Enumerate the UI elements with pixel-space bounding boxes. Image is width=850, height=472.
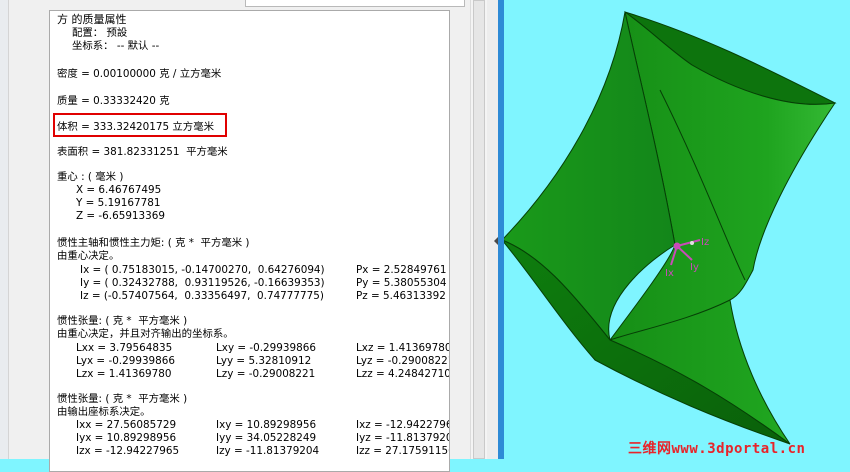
principal-moment-py: Py = 5.38055304 xyxy=(356,277,447,289)
model-canvas[interactable]: Iz Ix Iy xyxy=(504,0,850,459)
principal-axis-iz: Iz = (-0.57407564, 0.33356497, 0.7477777… xyxy=(80,290,324,302)
principal-moment-pz: Pz = 5.46313392 xyxy=(356,290,446,302)
volume-highlight-box xyxy=(53,113,227,137)
surface-area-line: 表面积 = 381.82331251 平方毫米 xyxy=(57,146,228,158)
inertia-tensor-output-title: 惯性张量: ( 克 * 平方毫米 ) xyxy=(57,393,188,405)
panel-left-edge xyxy=(0,0,9,459)
tensor-izy: Izy = -11.81379204 xyxy=(216,445,320,457)
inertia-tensor-cog-subtitle: 由重心决定，并且对齐输出的坐标系。 xyxy=(57,328,234,340)
principal-axis-ix: Ix = ( 0.75183015, -0.14700270, 0.642760… xyxy=(80,264,325,276)
tensor-ixz: Ixz = -12.94227965 xyxy=(356,419,450,431)
tensor-izx: Izx = -12.94227965 xyxy=(76,445,180,457)
config-line: 配置： 预設 xyxy=(72,27,128,39)
tensor-lzx: Lzx = 1.41369780 xyxy=(76,368,172,380)
tensor-ixy: Ixy = 10.89298956 xyxy=(216,419,317,431)
inertia-tensor-output-subtitle: 由输出座标系决定。 xyxy=(57,406,151,418)
center-of-mass-z: Z = -6.65913369 xyxy=(76,210,165,222)
mass-properties-panel: 方 的质量属性 配置： 预設 坐标系： -- 默认 -- 密度 = 0.0010… xyxy=(0,0,499,472)
tensor-lyx: Lyx = -0.29939866 xyxy=(76,355,175,367)
tensor-iyx: Iyx = 10.89298956 xyxy=(76,432,177,444)
coordinate-system-line: 坐标系： -- 默认 -- xyxy=(72,40,160,52)
tensor-lzz: Lzz = 4.24842710 xyxy=(356,368,450,380)
tensor-lzy: Lzy = -0.29008221 xyxy=(216,368,316,380)
tensor-lxz: Lxz = 1.41369780 xyxy=(356,342,450,354)
tensor-lyz: Lyz = -0.29008221 xyxy=(356,355,450,367)
watermark-text: 三维网www.3dportal.cn xyxy=(628,441,806,457)
tensor-lxy: Lxy = -0.29939866 xyxy=(216,342,316,354)
center-of-mass-x: X = 6.46767495 xyxy=(76,184,162,196)
mass-line: 质量 = 0.33332420 克 xyxy=(57,95,170,107)
center-of-mass-title: 重心 : ( 毫米 ) xyxy=(57,171,124,183)
principal-axis-iy: Iy = ( 0.32432788, 0.93119526, -0.166393… xyxy=(80,277,325,289)
tensor-iyy: Iyy = 34.05228249 xyxy=(216,432,317,444)
principal-axes-subtitle: 由重心决定。 xyxy=(57,250,120,262)
tensor-lxx: Lxx = 3.79564835 xyxy=(76,342,173,354)
top-field[interactable] xyxy=(245,0,465,7)
tensor-izz: Izz = 27.17591156 xyxy=(356,445,450,457)
mass-properties-report[interactable]: 方 的质量属性 配置： 预設 坐标系： -- 默认 -- 密度 = 0.0010… xyxy=(49,10,450,472)
inertia-tensor-cog-title: 惯性张量: ( 克 * 平方毫米 ) xyxy=(57,315,188,327)
panel-splitter[interactable] xyxy=(487,0,498,459)
report-title: 方 的质量属性 xyxy=(57,13,127,26)
center-of-mass-y: Y = 5.19167781 xyxy=(76,197,161,209)
principal-axes-title: 惯性主轴和惯性主力矩: ( 克 * 平方毫米 ) xyxy=(57,237,250,249)
tensor-ixx: Ixx = 27.56085729 xyxy=(76,419,177,431)
scrollbar-thumb[interactable] xyxy=(473,0,485,459)
principal-moment-px: Px = 2.52849761 xyxy=(356,264,447,276)
triad-label-ix: Ix xyxy=(665,268,674,279)
triad-label-iz: Iz xyxy=(701,237,709,248)
tensor-lyy: Lyy = 5.32810912 xyxy=(216,355,312,367)
density-line: 密度 = 0.00100000 克 / 立方毫米 xyxy=(57,68,222,80)
tensor-iyz: Iyz = -11.81379204 xyxy=(356,432,450,444)
triad-label-iy: Iy xyxy=(690,262,699,273)
graphics-viewport[interactable]: Iz Ix Iy xyxy=(504,0,850,459)
